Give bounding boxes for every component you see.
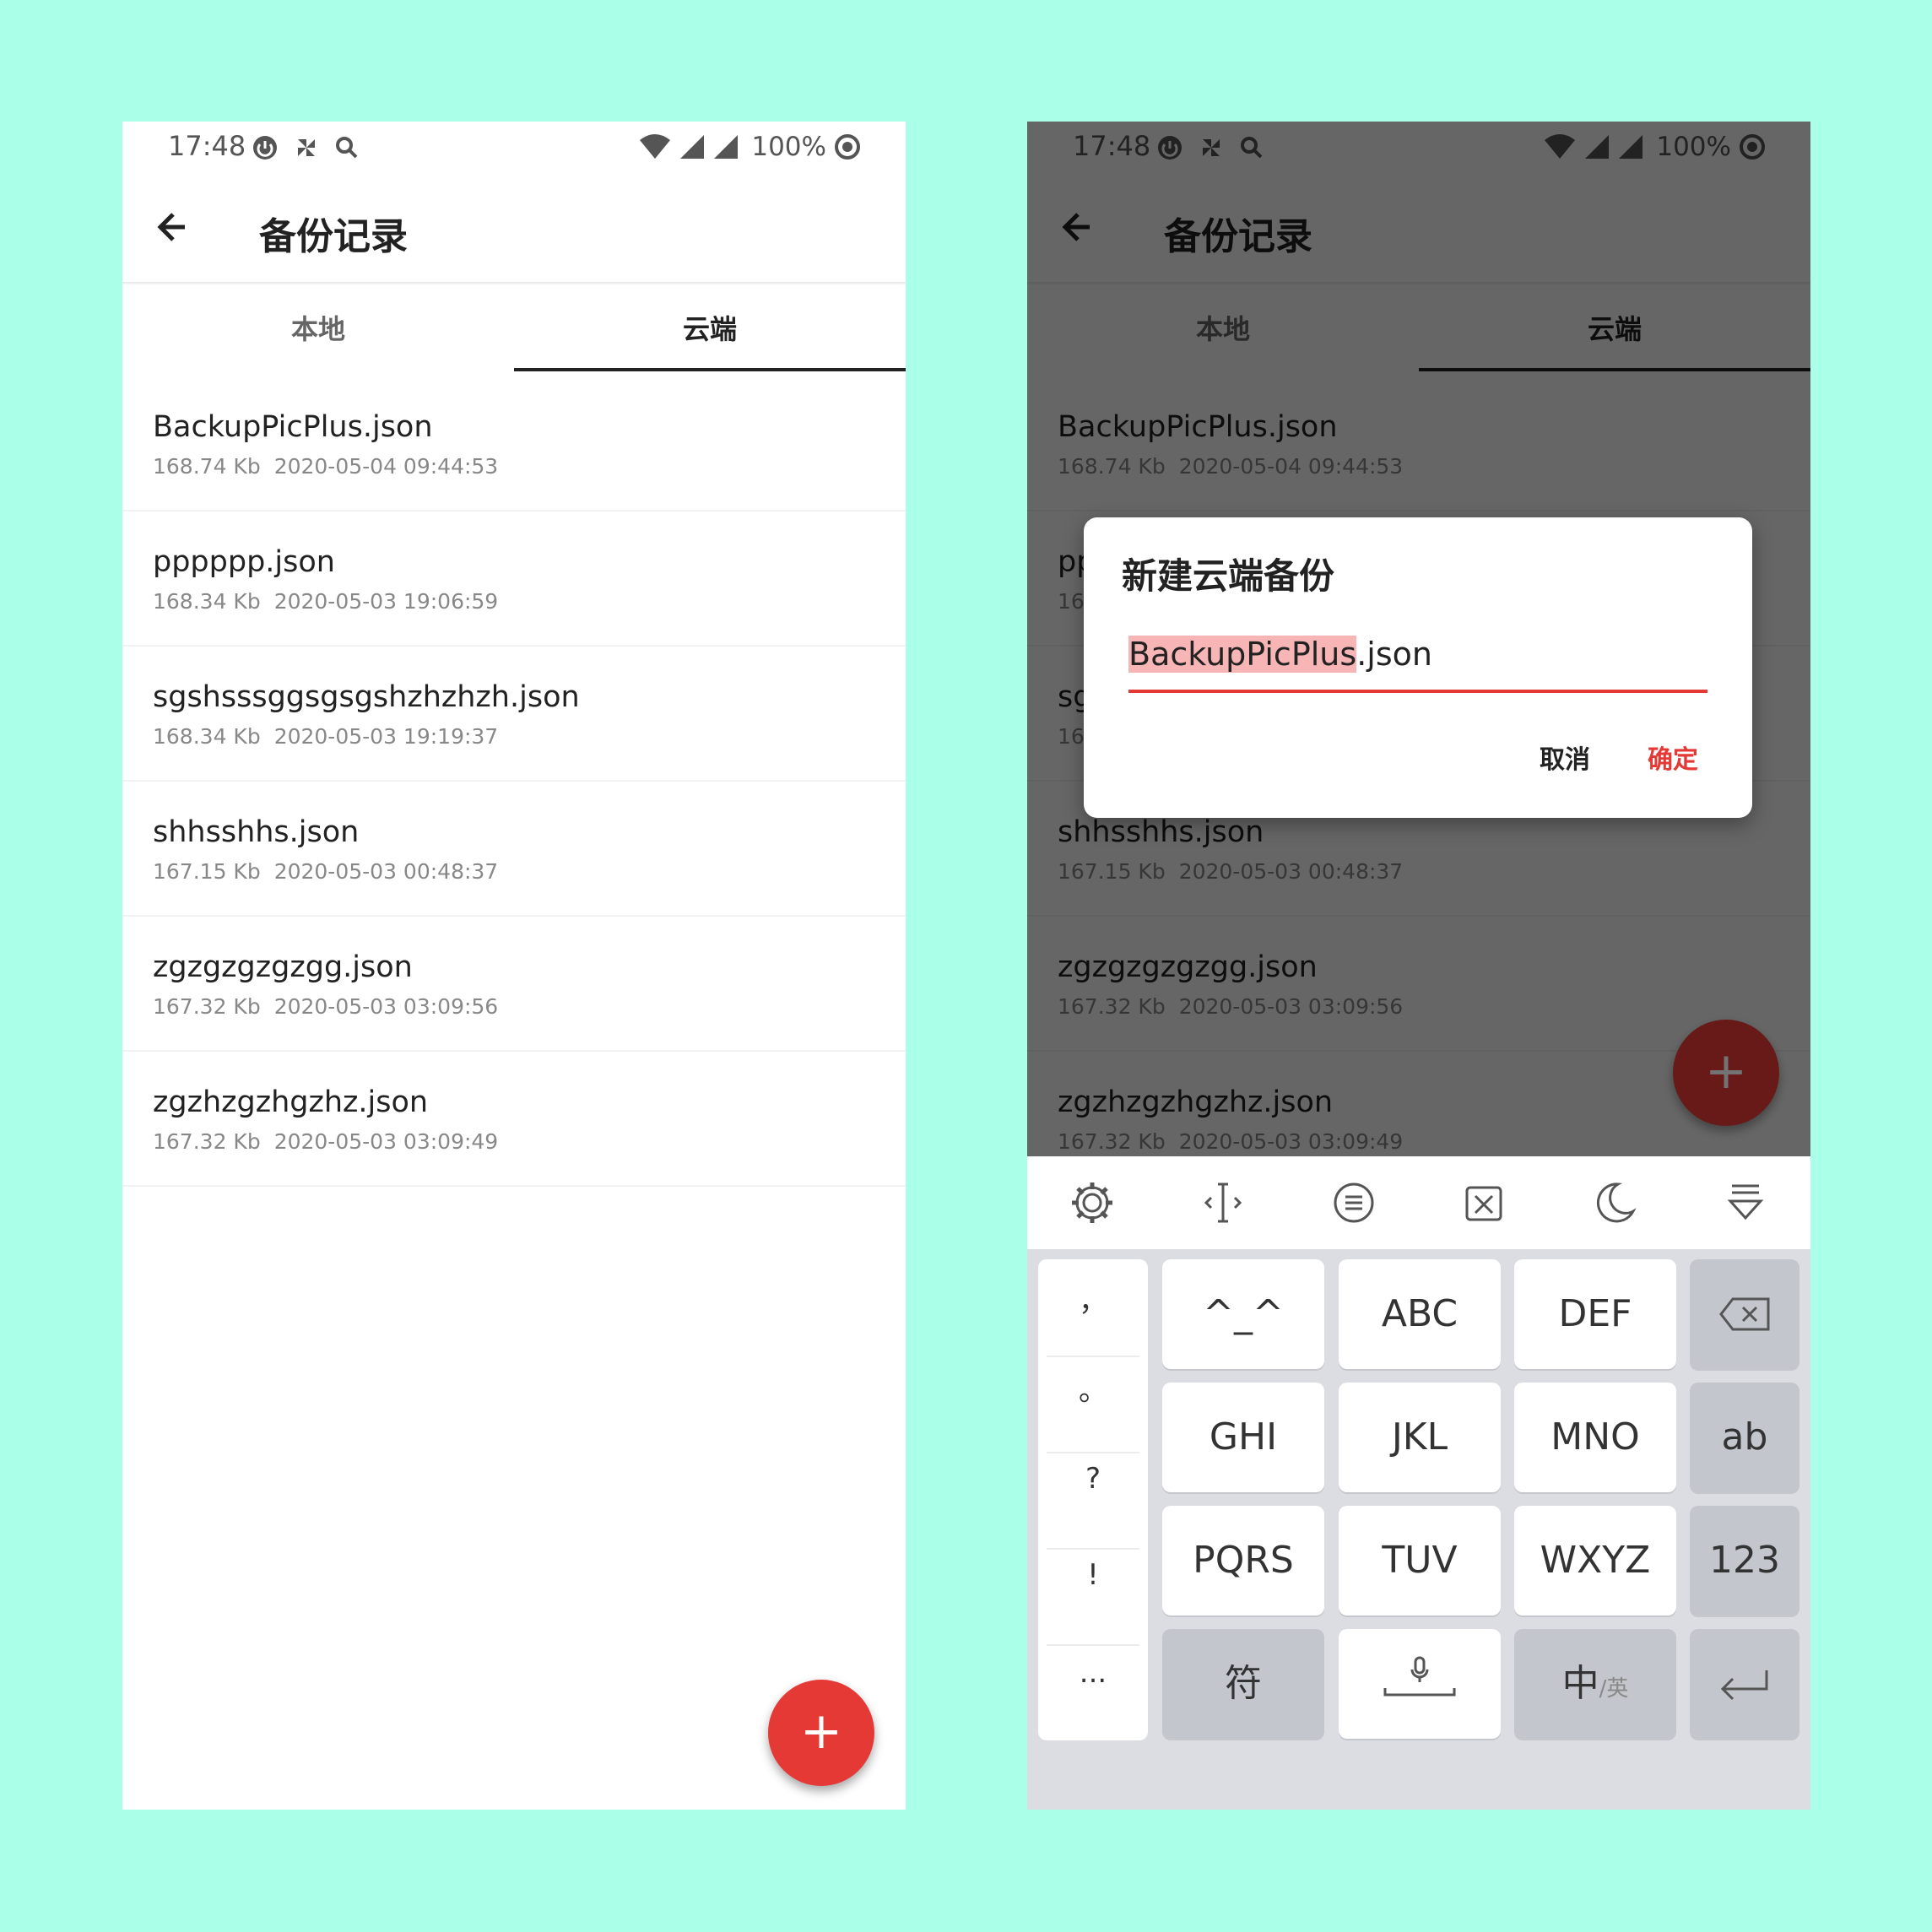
tab-cloud[interactable]: 云端 — [514, 284, 906, 375]
key-def[interactable]: DEF — [1514, 1259, 1676, 1369]
file-date: 2020-05-03 00:48:37 — [273, 859, 499, 884]
selected-text: BackupPicPlus — [1128, 636, 1357, 673]
status-time: 17:48 — [168, 130, 246, 162]
tab-indicator — [514, 368, 906, 371]
file-name: BackupPicPlus.json — [153, 410, 433, 444]
file-list-item[interactable]: zgzhzgzhgzhz.json 167.32 Kb 2020-05-03 03… — [122, 1052, 906, 1187]
divider — [1047, 1644, 1139, 1646]
microphone-icon — [1383, 1656, 1456, 1697]
app-bar: 备份记录 — [122, 174, 906, 284]
enter-key[interactable] — [1690, 1629, 1799, 1739]
file-size: 167.32 Kb — [153, 994, 261, 1019]
file-list-item[interactable]: pppppp.json 168.34 Kb 2020-05-03 19:06:59 — [122, 511, 906, 647]
status-bar: 17:48 100% — [122, 122, 906, 174]
signal-icon — [714, 135, 739, 159]
key-symbols[interactable]: 符 — [1162, 1629, 1324, 1739]
punct-key[interactable]: 。 — [1038, 1367, 1148, 1409]
file-date: 2020-05-03 19:19:37 — [273, 724, 499, 749]
keyboard-toolbar — [1027, 1156, 1810, 1249]
file-list-item[interactable]: shhsshhs.json 167.15 Kb 2020-05-03 00:48:… — [122, 782, 906, 917]
signal-icon — [680, 135, 705, 159]
punct-key[interactable]: ! — [1038, 1558, 1148, 1592]
cursor-icon[interactable] — [1198, 1177, 1248, 1228]
moon-icon[interactable] — [1589, 1177, 1640, 1228]
file-size: 168.34 Kb — [153, 724, 261, 749]
lang-main-label: 中 — [1561, 1662, 1599, 1705]
key-jkl[interactable]: JKL — [1339, 1383, 1501, 1492]
file-size: 168.74 Kb — [153, 454, 261, 479]
dialog-title: 新建云端备份 — [1122, 555, 1335, 597]
punct-key[interactable]: ... — [1038, 1656, 1148, 1690]
punct-key[interactable]: ? — [1038, 1462, 1148, 1496]
page-title: 备份记录 — [259, 215, 408, 258]
phone-screen-new-backup-dialog: 17:48 100% 备份记录 本地 云端 BackupPicPlus.json… — [1027, 122, 1810, 1810]
tab-bar: 本地 云端 — [122, 284, 906, 376]
add-backup-button[interactable]: + — [768, 1680, 874, 1786]
language-switch-key[interactable]: 中/英 — [1514, 1629, 1676, 1739]
key-abc[interactable]: ABC — [1339, 1259, 1501, 1369]
cancel-button[interactable]: 取消 — [1540, 739, 1590, 776]
backspace-icon — [1719, 1297, 1770, 1331]
key-pqrs[interactable]: PQRS — [1162, 1506, 1324, 1615]
pinwheel-icon — [298, 139, 315, 156]
file-date: 2020-05-03 03:09:56 — [273, 994, 499, 1019]
divider — [1047, 1548, 1139, 1550]
file-list-item[interactable]: zgzgzgzgzgg.json 167.32 Kb 2020-05-03 03:… — [122, 917, 906, 1052]
divider — [1047, 1452, 1139, 1453]
file-list: BackupPicPlus.json 168.74 Kb 2020-05-04 0… — [122, 376, 906, 1187]
backup-name-input[interactable]: BackupPicPlus.json — [1128, 636, 1707, 693]
key-ghi[interactable]: GHI — [1162, 1383, 1324, 1492]
wifi-icon — [640, 134, 671, 159]
new-cloud-backup-dialog: 新建云端备份 BackupPicPlus.json 取消 确定 — [1084, 517, 1752, 818]
enter-icon — [1720, 1670, 1768, 1701]
key-emoticon[interactable]: ^_^ — [1162, 1259, 1324, 1369]
file-date: 2020-05-03 19:06:59 — [273, 589, 499, 614]
phone-screen-backup-list: 17:48 100% 备份记录 本地 云端 BackupPicPlus.json… — [122, 122, 906, 1810]
backspace-key[interactable] — [1690, 1259, 1799, 1369]
file-size: 168.34 Kb — [153, 589, 261, 614]
file-name: zgzhzgzhgzhz.json — [153, 1085, 429, 1119]
file-size: 167.32 Kb — [153, 1129, 261, 1154]
hide-keyboard-icon[interactable] — [1720, 1177, 1771, 1228]
file-date: 2020-05-04 09:44:53 — [273, 454, 499, 479]
key-wxyz[interactable]: WXYZ — [1514, 1506, 1676, 1615]
file-name: pppppp.json — [153, 545, 335, 579]
file-size: 167.15 Kb — [153, 859, 261, 884]
file-date: 2020-05-03 03:09:49 — [273, 1129, 499, 1154]
key-tuv[interactable]: TUV — [1339, 1506, 1501, 1615]
punct-key[interactable]: ， — [1038, 1278, 1148, 1319]
confirm-button[interactable]: 确定 — [1648, 739, 1698, 776]
battery-ring-icon — [835, 134, 860, 160]
search-icon — [336, 137, 358, 159]
file-list-item[interactable]: BackupPicPlus.json 168.74 Kb 2020-05-04 0… — [122, 376, 906, 511]
input-text-suffix: .json — [1356, 636, 1432, 673]
divider — [1047, 1356, 1139, 1357]
file-name: shhsshhs.json — [153, 815, 360, 849]
clipboard-icon[interactable] — [1329, 1177, 1379, 1228]
key-mno[interactable]: MNO — [1514, 1383, 1676, 1492]
key-numbers[interactable]: 123 — [1690, 1506, 1799, 1615]
power-icon — [253, 136, 277, 160]
space-key[interactable] — [1339, 1629, 1501, 1739]
key-letters[interactable]: ab — [1690, 1383, 1799, 1492]
punctuation-column: ， 。 ? ! ... — [1038, 1259, 1148, 1740]
back-arrow-icon[interactable] — [151, 203, 198, 251]
keyboard: ， 。 ? ! ... ^_^ ABC DEF GHI JKL MNO ab P… — [1027, 1249, 1810, 1810]
add-backup-button: + — [1673, 1020, 1779, 1126]
lang-alt-label: /英 — [1599, 1676, 1629, 1702]
battery-level: 100% — [751, 132, 826, 162]
file-list-item[interactable]: sgshsssggsgsgshzhzhzh.json 168.34 Kb 2020… — [122, 647, 906, 782]
tab-local[interactable]: 本地 — [122, 284, 514, 375]
gear-icon[interactable] — [1067, 1177, 1118, 1228]
file-name: sgshsssggsgsgshzhzhzh.json — [153, 680, 580, 714]
scissors-icon[interactable] — [1458, 1177, 1509, 1228]
file-name: zgzgzgzgzgg.json — [153, 950, 413, 984]
